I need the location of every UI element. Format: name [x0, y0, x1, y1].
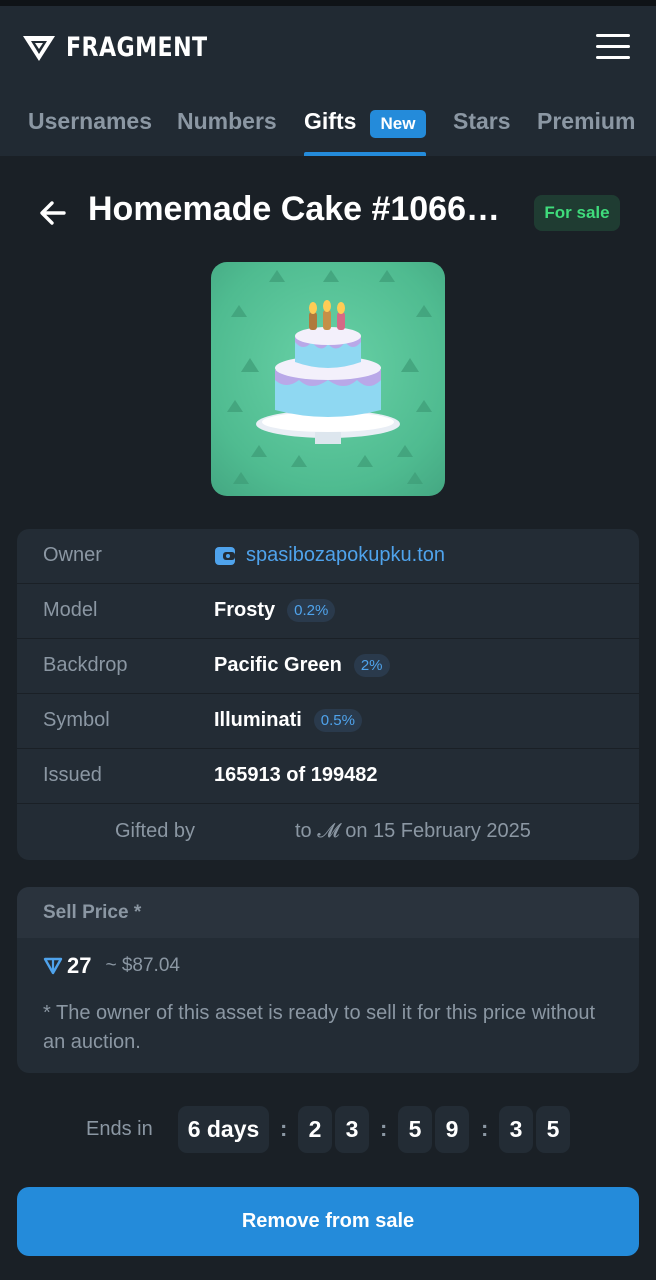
table-row: Symbol Illuminati 0.5% — [17, 694, 639, 749]
timer-minutes-digit: 5 — [398, 1106, 432, 1153]
gifted-to-text: to 𝓜 on 15 February 2025 — [295, 820, 531, 842]
tab-numbers[interactable]: Numbers — [177, 108, 277, 135]
timer-separator: : — [380, 1116, 388, 1141]
app-name: FRAGMENT — [66, 32, 208, 63]
fragment-logo[interactable]: FRAGMENT — [22, 32, 239, 63]
timer-seconds-digit: 3 — [499, 1106, 533, 1153]
owner-value[interactable]: spasibozapokupku.ton — [214, 544, 445, 567]
tab-gifts[interactable]: Gifts — [304, 108, 356, 135]
gift-title: Homemade Cake #1066… — [88, 190, 501, 228]
gift-details-table: Owner spasibozapokupku.ton Model Frosty … — [17, 529, 639, 860]
tab-stars[interactable]: Stars — [453, 108, 511, 135]
table-row: Issued 165913 of 199482 — [17, 749, 639, 804]
tab-premium[interactable]: Premium — [537, 108, 635, 135]
issued-label: Issued — [43, 764, 102, 786]
gift-title-row: Homemade Cake #1066… For sale — [0, 186, 656, 240]
active-tab-indicator — [304, 152, 426, 156]
gift-image — [211, 262, 445, 496]
timer-separator: : — [280, 1116, 288, 1141]
fragment-logo-icon — [23, 35, 55, 61]
table-row: Backdrop Pacific Green 2% — [17, 639, 639, 694]
backdrop-value[interactable]: Pacific Green 2% — [214, 654, 390, 677]
price-line: 27 ~ $87.04 — [43, 953, 180, 979]
category-tabs: Usernames Numbers Gifts New Stars Premiu… — [0, 100, 656, 156]
gifted-by-label: Gifted by — [115, 820, 196, 842]
timer-hours-digit: 2 — [298, 1106, 332, 1153]
timer-hours-digit: 3 — [335, 1106, 369, 1153]
price-note: * The owner of this asset is ready to se… — [43, 1002, 596, 1053]
backdrop-rarity-badge: 2% — [353, 654, 390, 677]
hamburger-menu-icon[interactable] — [596, 34, 630, 62]
sell-price-heading: Sell Price * — [43, 902, 142, 923]
cake-illustration — [227, 270, 432, 484]
ton-icon — [43, 957, 63, 975]
symbol-name[interactable]: Illuminati — [214, 709, 302, 732]
timer-separator: : — [481, 1116, 489, 1141]
gifted-by-row: Gifted by to 𝓜 on 15 February 2025 — [17, 806, 639, 860]
status-badge: For sale — [534, 195, 620, 231]
symbol-label: Symbol — [43, 709, 110, 731]
issued-value: 165913 of 199482 — [214, 764, 378, 786]
remove-from-sale-button[interactable]: Remove from sale — [17, 1187, 639, 1256]
table-row: Model Frosty 0.2% — [17, 584, 639, 639]
backdrop-name[interactable]: Pacific Green — [214, 654, 342, 677]
wallet-icon — [215, 546, 235, 565]
sell-price-header: Sell Price * — [17, 887, 639, 938]
app-header: FRAGMENT Usernames Numbers Gifts New Sta… — [0, 6, 656, 156]
owner-link[interactable]: spasibozapokupku.ton — [246, 544, 445, 567]
back-arrow-icon[interactable] — [38, 198, 68, 228]
symbol-rarity-badge: 0.5% — [313, 709, 362, 732]
price-usd: ~ $87.04 — [105, 955, 180, 976]
timer-minutes-digit: 9 — [435, 1106, 469, 1153]
model-label: Model — [43, 599, 98, 621]
sale-countdown: Ends in 6 days : 2 3 : 5 9 : 3 5 — [0, 1106, 656, 1154]
owner-label: Owner — [43, 544, 102, 566]
table-row: Owner spasibozapokupku.ton — [17, 529, 639, 584]
new-badge: New — [370, 110, 426, 138]
sell-price-panel: Sell Price * 27 ~ $87.04 * The owner of … — [17, 887, 639, 1073]
timer-seconds-digit: 5 — [536, 1106, 570, 1153]
model-name[interactable]: Frosty — [214, 599, 275, 622]
timer-days: 6 days — [178, 1106, 269, 1153]
price-ton: 27 — [67, 953, 92, 978]
model-rarity-badge: 0.2% — [287, 599, 336, 622]
backdrop-label: Backdrop — [43, 654, 128, 676]
tab-usernames[interactable]: Usernames — [28, 108, 152, 135]
symbol-value[interactable]: Illuminati 0.5% — [214, 709, 362, 732]
model-value[interactable]: Frosty 0.2% — [214, 599, 336, 622]
ends-in-label: Ends in — [86, 1118, 153, 1140]
